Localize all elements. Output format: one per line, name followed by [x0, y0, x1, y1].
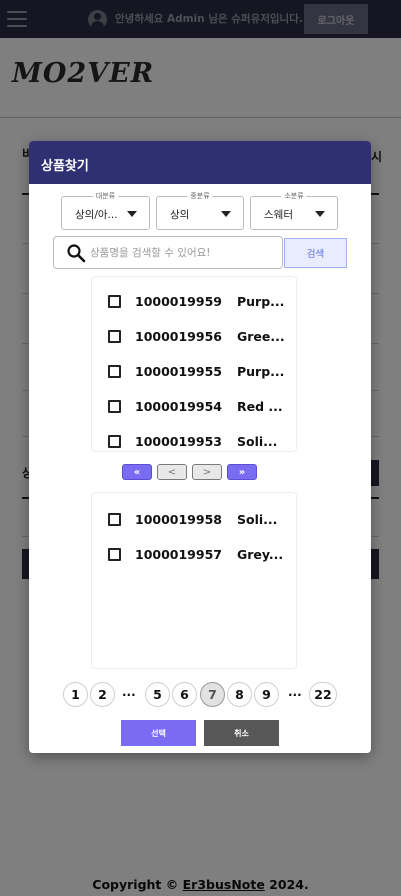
selected-product-list[interactable]: 1000019958 Soli... 1000019957 Grey...: [91, 492, 297, 669]
product-name: Soli...: [236, 433, 278, 449]
checkbox[interactable]: [108, 364, 121, 378]
move-right-button[interactable]: <: [157, 464, 187, 480]
page-button[interactable]: 6: [172, 682, 197, 707]
dropdown-value: 상의: [170, 209, 190, 221]
page-button[interactable]: 5: [145, 682, 170, 707]
checkbox[interactable]: [108, 329, 121, 343]
checkbox[interactable]: [108, 399, 121, 413]
category-small-dropdown[interactable]: 소분류 스웨터: [250, 191, 338, 230]
caret-down-icon: [221, 211, 231, 217]
checkbox[interactable]: [108, 547, 121, 561]
dropdown-legend: 소분류: [281, 191, 307, 201]
caret-down-icon: [315, 211, 325, 217]
search-button[interactable]: 검색: [284, 238, 347, 268]
product-list[interactable]: 1000019959 Purp... 1000019956 Gree... 10…: [91, 276, 297, 452]
product-id: 1000019955: [135, 363, 222, 379]
product-id: 1000019958: [135, 511, 222, 527]
search-field[interactable]: [53, 236, 283, 269]
product-search-modal: 상품찾기 대분류 상의/아... 중분류 상의 소분류 스웨터 검색 10000…: [29, 141, 371, 753]
product-name: Red ...: [236, 398, 283, 414]
list-item[interactable]: 1000019957 Grey...: [108, 544, 283, 564]
product-name: Grey...: [236, 546, 284, 562]
checkbox[interactable]: [108, 294, 121, 308]
page-button-current[interactable]: 7: [200, 682, 225, 707]
dropdown-legend: 대분류: [92, 191, 119, 201]
product-id: 1000019953: [135, 433, 222, 449]
search-icon: [67, 244, 86, 263]
page-button[interactable]: 2: [90, 682, 115, 707]
cancel-button[interactable]: 취소: [204, 720, 279, 746]
modal-header: 상품찾기: [29, 141, 371, 184]
page-button[interactable]: 8: [227, 682, 252, 707]
modal-title: 상품찾기: [41, 159, 89, 174]
product-id: 1000019959: [135, 293, 222, 309]
product-id: 1000019956: [135, 328, 222, 344]
pagination-ellipsis: ...: [122, 685, 136, 699]
checkbox[interactable]: [108, 434, 121, 448]
select-button[interactable]: 선택: [121, 720, 196, 746]
move-all-right-button[interactable]: «: [122, 464, 152, 480]
category-large-dropdown[interactable]: 대분류 상의/아...: [61, 191, 150, 230]
page-button[interactable]: 9: [254, 682, 279, 707]
product-name: Purp...: [236, 363, 285, 379]
product-id: 1000019954: [135, 398, 222, 414]
list-item[interactable]: 1000019953 Soli...: [108, 431, 277, 451]
list-item[interactable]: 1000019956 Gree...: [108, 326, 285, 346]
dropdown-value: 상의/아...: [75, 209, 118, 221]
checkbox[interactable]: [108, 512, 121, 526]
page-button[interactable]: 1: [63, 682, 88, 707]
list-item[interactable]: 1000019954 Red ...: [108, 396, 283, 416]
list-item[interactable]: 1000019958 Soli...: [108, 509, 277, 529]
move-all-left-button[interactable]: »: [227, 464, 257, 480]
product-name: Purp...: [236, 293, 285, 309]
pagination-ellipsis: ...: [288, 685, 302, 699]
category-medium-dropdown[interactable]: 중분류 상의: [156, 191, 244, 230]
move-left-button[interactable]: >: [192, 464, 222, 480]
dropdown-legend: 중분류: [187, 191, 213, 201]
list-item[interactable]: 1000019959 Purp...: [108, 291, 284, 311]
page-button[interactable]: 22: [309, 682, 337, 707]
search-input[interactable]: [90, 243, 278, 263]
dropdown-value: 스웨터: [264, 209, 293, 221]
product-id: 1000019957: [135, 546, 222, 562]
product-name: Gree...: [236, 328, 285, 344]
caret-down-icon: [127, 211, 137, 217]
list-item[interactable]: 1000019955 Purp...: [108, 361, 284, 381]
product-name: Soli...: [236, 511, 278, 527]
